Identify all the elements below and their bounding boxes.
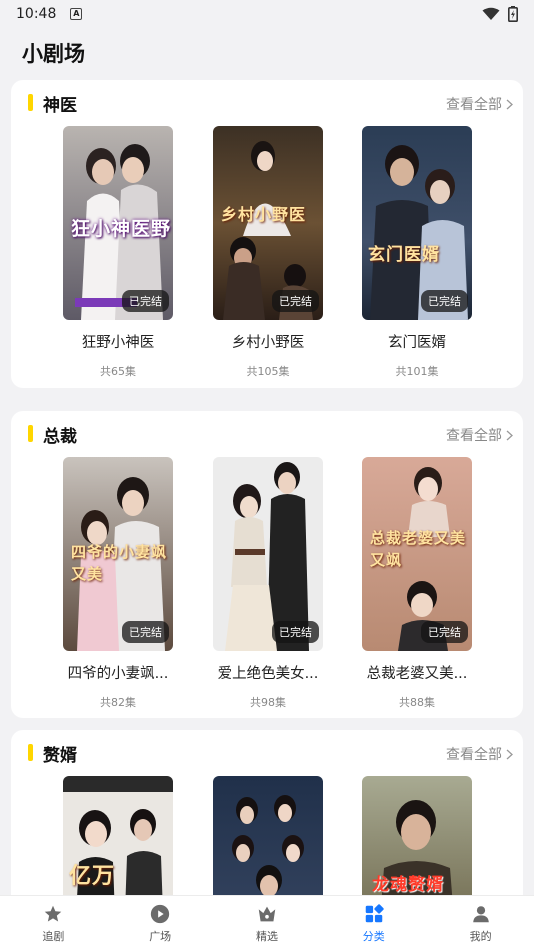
chevron-right-icon: [506, 99, 513, 109]
person-icon: [472, 905, 489, 922]
poster-title-art: 亿万: [69, 864, 116, 889]
drama-item[interactable]: 总裁老婆又美又飒 已完结 总裁老婆又美... 共88集: [362, 457, 474, 710]
star-icon: [45, 905, 62, 922]
episode-count: 共82集: [100, 696, 136, 709]
drama-title[interactable]: 总裁老婆又美...: [362, 662, 472, 683]
drama-poster[interactable]: 龙魂赘婿: [362, 776, 472, 895]
drama-item[interactable]: 玄门医婿 已完结 玄门医婿 共101集: [362, 126, 474, 379]
tab-label: 追剧: [42, 929, 65, 943]
content-scroll[interactable]: 神医 查看全部 狂小神医野 已完结 狂野小神医 共65集 乡村小野医 已完结 乡…: [0, 80, 534, 895]
drama-poster[interactable]: 已完结: [213, 457, 323, 651]
drama-title[interactable]: 玄门医婿: [362, 331, 472, 352]
drama-item[interactable]: 已完结 爱上绝色美女... 共98集: [213, 457, 325, 710]
completed-badge: 已完结: [122, 621, 169, 643]
drama-poster[interactable]: 四爷的小妻飒又美 已完结: [63, 457, 173, 651]
episode-count: 共88集: [399, 696, 435, 709]
poster-title-art: 四爷的小妻飒又美: [71, 543, 168, 583]
poster-title-art: 乡村小野医: [221, 205, 307, 224]
completed-badge: 已完结: [272, 290, 319, 312]
drama-title[interactable]: 乡村小野医: [213, 331, 323, 352]
section-header: 神医 查看全部: [11, 80, 523, 126]
poster-title-art: 狂小神医野: [71, 218, 172, 240]
view-all-label: 查看全部: [446, 97, 502, 113]
section-accent-bar: [28, 425, 33, 442]
section-title: 总裁: [43, 427, 77, 447]
status-right: [482, 6, 518, 22]
chevron-right-icon: [506, 430, 513, 440]
drama-item[interactable]: 狂小神医野 已完结 狂野小神医 共65集: [63, 126, 175, 379]
episode-count: 共98集: [250, 696, 286, 709]
drama-item[interactable]: 龙魂赘婿: [362, 776, 474, 895]
view-all-link[interactable]: 查看全部: [446, 94, 513, 114]
tab-guangchang[interactable]: 广场: [107, 896, 214, 950]
tab-label: 广场: [149, 929, 172, 943]
section-card-zongcai: 总裁 查看全部 四爷的小妻飒又美 已完结 四爷的小妻飒... 共82集 已完结 …: [11, 411, 523, 718]
section-header: 赘婿 查看全部: [11, 730, 523, 776]
bottom-tab-bar: 追剧 广场 精选 分类 我的: [0, 895, 534, 950]
drama-poster[interactable]: 总裁老婆又美又飒 已完结: [362, 457, 472, 651]
chevron-right-icon: [506, 749, 513, 759]
drama-title[interactable]: 狂野小神医: [63, 331, 173, 352]
poster-image: [213, 776, 323, 895]
tab-zhuiju[interactable]: 追剧: [0, 896, 107, 950]
tab-label: 精选: [255, 929, 278, 943]
drama-title[interactable]: 爱上绝色美女...: [213, 662, 323, 683]
drama-item[interactable]: 乡村小野医 已完结 乡村小野医 共105集: [213, 126, 325, 379]
tab-wode[interactable]: 我的: [427, 896, 534, 950]
section-title: 神医: [43, 96, 77, 116]
poster-title-art: 玄门医婿: [368, 245, 440, 265]
status-bar: 10:48 A: [0, 0, 534, 28]
status-time: 10:48: [16, 6, 57, 22]
drama-poster[interactable]: [213, 776, 323, 895]
tab-fenlei[interactable]: 分类: [320, 896, 427, 950]
drama-item[interactable]: [213, 776, 325, 895]
category-icon: [365, 903, 384, 922]
section-card-shenyi: 神医 查看全部 狂小神医野 已完结 狂野小神医 共65集 乡村小野医 已完结 乡…: [11, 80, 523, 388]
drama-poster[interactable]: 狂小神医野 已完结: [63, 126, 173, 320]
notification-a-icon: A: [70, 8, 83, 20]
crown-icon: [258, 906, 276, 921]
section-title: 赘婿: [43, 746, 77, 766]
completed-badge: 已完结: [272, 621, 319, 643]
episode-count: 共65集: [100, 365, 136, 378]
drama-poster[interactable]: 乡村小野医 已完结: [213, 126, 323, 320]
drama-title[interactable]: 四爷的小妻飒...: [63, 662, 173, 683]
view-all-label: 查看全部: [446, 747, 502, 763]
drama-item[interactable]: 四爷的小妻飒又美 已完结 四爷的小妻飒... 共82集: [63, 457, 175, 710]
page-title: 小剧场: [22, 42, 85, 66]
view-all-label: 查看全部: [446, 428, 502, 444]
completed-badge: 已完结: [122, 290, 169, 312]
tab-jingxuan[interactable]: 精选: [214, 896, 321, 950]
view-all-link[interactable]: 查看全部: [446, 425, 513, 445]
section-header: 总裁 查看全部: [11, 411, 523, 457]
episode-count: 共105集: [246, 365, 290, 378]
section-card-zhuixu: 赘婿 查看全部 亿万 龙魂赘婿: [11, 730, 523, 895]
drama-poster[interactable]: 亿万: [63, 776, 173, 895]
completed-badge: 已完结: [421, 621, 468, 643]
drama-poster[interactable]: 玄门医婿 已完结: [362, 126, 472, 320]
section-accent-bar: [28, 744, 33, 761]
play-icon: [151, 904, 170, 923]
tab-label: 我的: [469, 929, 492, 943]
completed-badge: 已完结: [421, 290, 468, 312]
drama-item[interactable]: 亿万: [63, 776, 175, 895]
poster-title-art: 总裁老婆又美又飒: [370, 529, 467, 569]
poster-title-art: 龙魂赘婿: [372, 875, 444, 895]
section-accent-bar: [28, 94, 33, 111]
view-all-link[interactable]: 查看全部: [446, 744, 513, 764]
wifi-icon: [482, 7, 500, 20]
episode-count: 共101集: [395, 365, 439, 378]
tab-label: 分类: [362, 929, 385, 943]
battery-icon: [508, 6, 518, 22]
